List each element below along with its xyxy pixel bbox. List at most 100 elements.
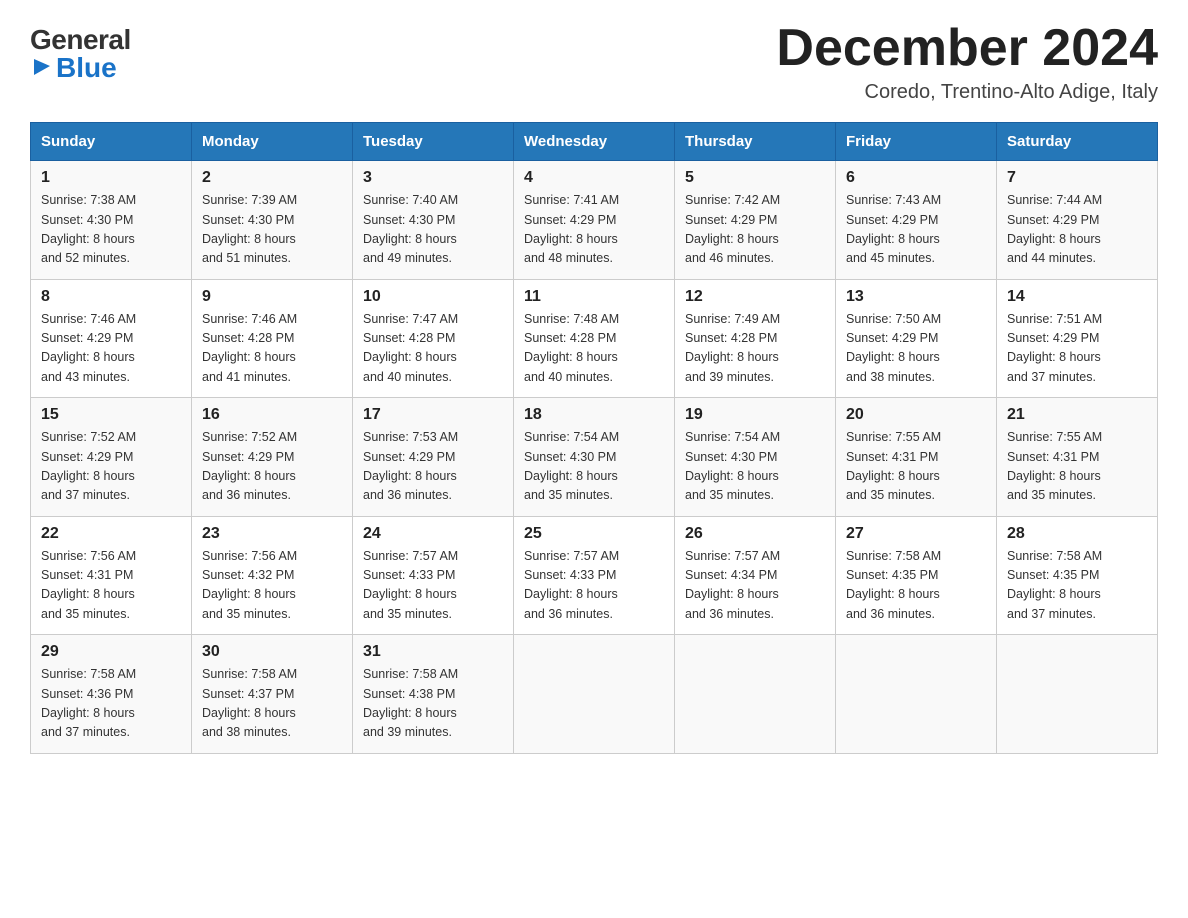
day-number: 18 — [524, 406, 664, 424]
calendar-table: SundayMondayTuesdayWednesdayThursdayFrid… — [30, 122, 1158, 754]
day-info: Sunrise: 7:51 AMSunset: 4:29 PMDaylight:… — [1007, 310, 1147, 388]
calendar-cell: 9Sunrise: 7:46 AMSunset: 4:28 PMDaylight… — [192, 279, 353, 398]
calendar-cell: 18 Sunrise: 7:54 AMSunset: 4:30 PMDayligh… — [514, 398, 675, 517]
calendar-cell: 3 Sunrise: 7:40 AMSunset: 4:30 PMDaylight… — [353, 161, 514, 280]
calendar-cell — [675, 635, 836, 754]
day-number: 6 — [846, 169, 986, 187]
calendar-cell — [997, 635, 1158, 754]
day-info: Sunrise: 7:58 AMSunset: 4:35 PMDaylight:… — [846, 547, 986, 625]
day-info: Sunrise: 7:38 AMSunset: 4:30 PMDaylight:… — [41, 191, 181, 269]
calendar-cell: 2Sunrise: 7:39 AMSunset: 4:30 PMDaylight… — [192, 161, 353, 280]
day-number: 5 — [685, 169, 825, 187]
day-info: Sunrise: 7:58 AMSunset: 4:38 PMDaylight:… — [363, 665, 503, 743]
calendar-cell — [836, 635, 997, 754]
day-number: 28 — [1007, 525, 1147, 543]
calendar-cell: 12Sunrise: 7:49 AMSunset: 4:28 PMDayligh… — [675, 279, 836, 398]
month-title: December 2024 — [776, 20, 1158, 77]
day-info: Sunrise: 7:57 AMSunset: 4:33 PMDaylight:… — [524, 547, 664, 625]
day-number: 7 — [1007, 169, 1147, 187]
day-number: 26 — [685, 525, 825, 543]
day-number: 25 — [524, 525, 664, 543]
calendar-cell — [514, 635, 675, 754]
day-number: 14 — [1007, 288, 1147, 306]
day-number: 21 — [1007, 406, 1147, 424]
day-number: 10 — [363, 288, 503, 306]
day-info: Sunrise: 7:52 AMSunset: 4:29 PMDaylight:… — [41, 428, 181, 506]
day-number: 23 — [202, 525, 342, 543]
day-info: Sunrise: 7:52 AMSunset: 4:29 PMDaylight:… — [202, 428, 342, 506]
day-info: Sunrise: 7:58 AMSunset: 4:36 PMDaylight:… — [41, 665, 181, 743]
calendar-cell: 6 Sunrise: 7:43 AMSunset: 4:29 PMDaylight… — [836, 161, 997, 280]
calendar-cell: 30Sunrise: 7:58 AMSunset: 4:37 PMDayligh… — [192, 635, 353, 754]
calendar-cell: 26Sunrise: 7:57 AMSunset: 4:34 PMDayligh… — [675, 516, 836, 635]
logo-triangle-icon — [30, 55, 52, 77]
day-info: Sunrise: 7:56 AMSunset: 4:32 PMDaylight:… — [202, 547, 342, 625]
day-info: Sunrise: 7:56 AMSunset: 4:31 PMDaylight:… — [41, 547, 181, 625]
calendar-cell: 14 Sunrise: 7:51 AMSunset: 4:29 PMDayligh… — [997, 279, 1158, 398]
day-number: 4 — [524, 169, 664, 187]
calendar-cell: 20Sunrise: 7:55 AMSunset: 4:31 PMDayligh… — [836, 398, 997, 517]
calendar-cell: 17 Sunrise: 7:53 AMSunset: 4:29 PMDayligh… — [353, 398, 514, 517]
header-thursday: Thursday — [675, 123, 836, 161]
day-info: Sunrise: 7:46 AMSunset: 4:29 PMDaylight:… — [41, 310, 181, 388]
day-info: Sunrise: 7:46 AMSunset: 4:28 PMDaylight:… — [202, 310, 342, 388]
day-number: 1 — [41, 169, 181, 187]
calendar-cell: 23 Sunrise: 7:56 AMSunset: 4:32 PMDayligh… — [192, 516, 353, 635]
calendar-cell: 11 Sunrise: 7:48 AMSunset: 4:28 PMDayligh… — [514, 279, 675, 398]
day-info: Sunrise: 7:54 AMSunset: 4:30 PMDaylight:… — [524, 428, 664, 506]
day-number: 17 — [363, 406, 503, 424]
location-text: Coredo, Trentino-Alto Adige, Italy — [776, 81, 1158, 104]
day-info: Sunrise: 7:39 AMSunset: 4:30 PMDaylight:… — [202, 191, 342, 269]
calendar-cell: 22Sunrise: 7:56 AMSunset: 4:31 PMDayligh… — [31, 516, 192, 635]
calendar-cell: 25 Sunrise: 7:57 AMSunset: 4:33 PMDayligh… — [514, 516, 675, 635]
day-number: 11 — [524, 288, 664, 306]
day-number: 30 — [202, 643, 342, 661]
day-info: Sunrise: 7:43 AMSunset: 4:29 PMDaylight:… — [846, 191, 986, 269]
calendar-cell: 4 Sunrise: 7:41 AMSunset: 4:29 PMDaylight… — [514, 161, 675, 280]
calendar-cell: 10 Sunrise: 7:47 AMSunset: 4:28 PMDayligh… — [353, 279, 514, 398]
day-number: 12 — [685, 288, 825, 306]
logo-general-text: General — [30, 26, 131, 54]
day-info: Sunrise: 7:58 AMSunset: 4:35 PMDaylight:… — [1007, 547, 1147, 625]
day-number: 19 — [685, 406, 825, 424]
day-info: Sunrise: 7:48 AMSunset: 4:28 PMDaylight:… — [524, 310, 664, 388]
calendar-cell: 19Sunrise: 7:54 AMSunset: 4:30 PMDayligh… — [675, 398, 836, 517]
calendar-week-5: 29Sunrise: 7:58 AMSunset: 4:36 PMDayligh… — [31, 635, 1158, 754]
title-area: December 2024 Coredo, Trentino-Alto Adig… — [776, 20, 1158, 104]
calendar-cell: 29Sunrise: 7:58 AMSunset: 4:36 PMDayligh… — [31, 635, 192, 754]
day-info: Sunrise: 7:50 AMSunset: 4:29 PMDaylight:… — [846, 310, 986, 388]
day-info: Sunrise: 7:40 AMSunset: 4:30 PMDaylight:… — [363, 191, 503, 269]
day-number: 31 — [363, 643, 503, 661]
day-info: Sunrise: 7:47 AMSunset: 4:28 PMDaylight:… — [363, 310, 503, 388]
calendar-cell: 7 Sunrise: 7:44 AMSunset: 4:29 PMDaylight… — [997, 161, 1158, 280]
calendar-cell: 27Sunrise: 7:58 AMSunset: 4:35 PMDayligh… — [836, 516, 997, 635]
day-number: 3 — [363, 169, 503, 187]
day-number: 16 — [202, 406, 342, 424]
calendar-cell: 15 Sunrise: 7:52 AMSunset: 4:29 PMDayligh… — [31, 398, 192, 517]
day-info: Sunrise: 7:55 AMSunset: 4:31 PMDaylight:… — [1007, 428, 1147, 506]
calendar-cell: 13 Sunrise: 7:50 AMSunset: 4:29 PMDayligh… — [836, 279, 997, 398]
day-info: Sunrise: 7:53 AMSunset: 4:29 PMDaylight:… — [363, 428, 503, 506]
header-monday: Monday — [192, 123, 353, 161]
header-saturday: Saturday — [997, 123, 1158, 161]
calendar-cell: 31 Sunrise: 7:58 AMSunset: 4:38 PMDayligh… — [353, 635, 514, 754]
header-wednesday: Wednesday — [514, 123, 675, 161]
header-friday: Friday — [836, 123, 997, 161]
calendar-cell: 21 Sunrise: 7:55 AMSunset: 4:31 PMDayligh… — [997, 398, 1158, 517]
day-info: Sunrise: 7:41 AMSunset: 4:29 PMDaylight:… — [524, 191, 664, 269]
calendar-header-row: SundayMondayTuesdayWednesdayThursdayFrid… — [31, 123, 1158, 161]
day-number: 15 — [41, 406, 181, 424]
day-info: Sunrise: 7:44 AMSunset: 4:29 PMDaylight:… — [1007, 191, 1147, 269]
calendar-week-4: 22Sunrise: 7:56 AMSunset: 4:31 PMDayligh… — [31, 516, 1158, 635]
day-number: 20 — [846, 406, 986, 424]
calendar-cell: 28 Sunrise: 7:58 AMSunset: 4:35 PMDayligh… — [997, 516, 1158, 635]
day-number: 13 — [846, 288, 986, 306]
calendar-cell: 8 Sunrise: 7:46 AMSunset: 4:29 PMDaylight… — [31, 279, 192, 398]
day-info: Sunrise: 7:42 AMSunset: 4:29 PMDaylight:… — [685, 191, 825, 269]
calendar-cell: 5 Sunrise: 7:42 AMSunset: 4:29 PMDaylight… — [675, 161, 836, 280]
day-number: 8 — [41, 288, 181, 306]
calendar-week-1: 1 Sunrise: 7:38 AMSunset: 4:30 PMDaylight… — [31, 161, 1158, 280]
header-tuesday: Tuesday — [353, 123, 514, 161]
calendar-week-2: 8 Sunrise: 7:46 AMSunset: 4:29 PMDaylight… — [31, 279, 1158, 398]
calendar-week-3: 15 Sunrise: 7:52 AMSunset: 4:29 PMDayligh… — [31, 398, 1158, 517]
